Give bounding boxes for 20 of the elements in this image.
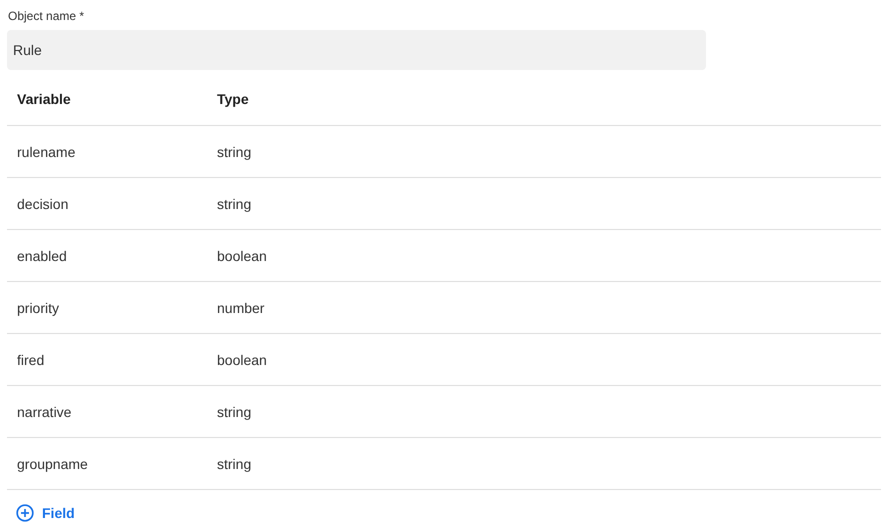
table-cell: priority: [7, 282, 207, 334]
table-cell: string: [207, 126, 731, 178]
table-cell: string: [207, 438, 731, 490]
table-cell: boolean: [207, 230, 731, 282]
table-cell: number: [207, 282, 731, 334]
object-name-field[interactable]: Rule: [7, 30, 706, 70]
table-cell: fired: [7, 334, 207, 386]
table-cell: enabled: [7, 230, 207, 282]
column-header: Variable: [7, 72, 207, 126]
table-cell: groupname: [7, 438, 207, 490]
table-cell: boolean: [207, 334, 731, 386]
add-field-button[interactable]: Field: [16, 500, 75, 525]
field-label: Object name *: [8, 9, 86, 23]
table-cell: narrative: [7, 386, 207, 438]
table-cell: rulename: [7, 126, 207, 178]
column-header: Type: [207, 72, 731, 126]
table-cell: string: [207, 386, 731, 438]
table-cell: string: [207, 178, 731, 230]
table-cell: decision: [7, 178, 207, 230]
plus-circle-icon: [16, 504, 34, 522]
